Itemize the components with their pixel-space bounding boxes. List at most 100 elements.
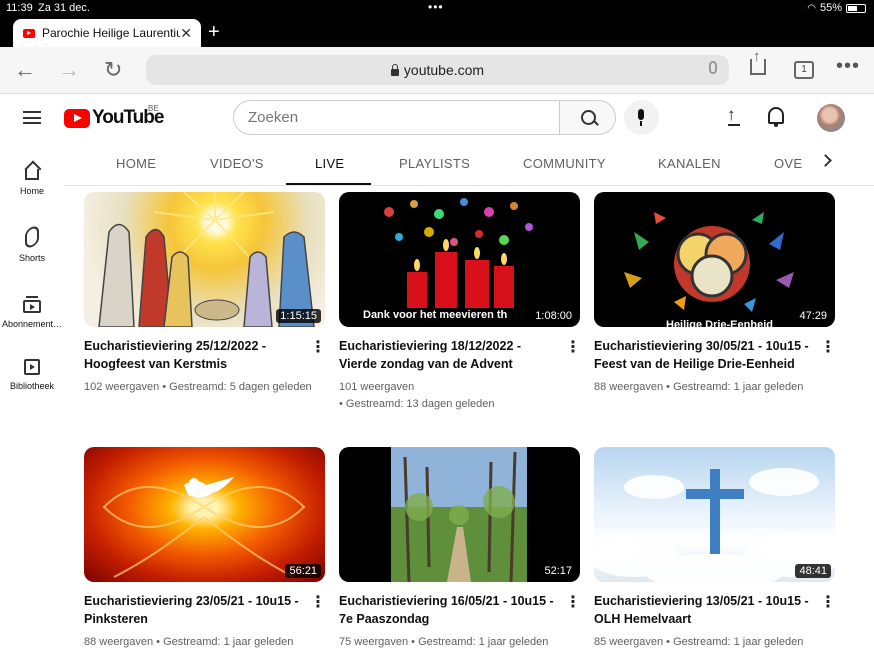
status-time: 11:39 [6,2,33,14]
new-tab-icon[interactable]: + [208,21,220,44]
address-bar[interactable]: youtube.com [146,55,729,85]
battery-icon [846,3,866,13]
subscriptions-icon [23,296,41,313]
battery-percent: 55% [819,2,842,14]
video-menu-icon[interactable] [820,592,836,612]
status-bar: 11:39 Za 31 dec. ••• ◠ 55% [0,0,874,17]
multitasking-dots-icon[interactable]: ••• [428,0,444,14]
browser-toolbar: ← → ↻ youtube.com 1 ••• [0,47,874,94]
tab-playlists[interactable]: PLAYLISTS [399,156,470,171]
video-menu-icon[interactable] [565,592,581,612]
youtube-play-icon [64,108,90,128]
video-thumbnail[interactable]: 48:41 [594,447,835,582]
sidebar-item-label: Abonnement… [1,319,63,329]
thumbnail-overlay-text: Dank voor het meevieren th [363,309,508,321]
video-duration: 1:15:15 [276,309,321,323]
stained-glass-artwork [624,212,794,312]
tabs-overview-button[interactable]: 1 [794,61,814,79]
nativity-artwork [98,192,315,327]
forest-path-artwork [391,447,527,582]
sidebar-item-shorts[interactable]: Shorts [0,224,64,263]
browser-tab[interactable]: Parochie Heilige Laurentius ✕ [13,19,201,47]
notifications-bell-icon[interactable] [768,107,784,127]
voice-search-button[interactable] [624,100,659,135]
browser-tab-title: Parochie Heilige Laurentius [42,26,180,40]
video-duration: 56:21 [285,564,321,578]
address-text: youtube.com [403,62,485,78]
video-duration: 47:29 [795,309,831,323]
tab-community[interactable]: COMMUNITY [523,156,606,171]
advent-candles-artwork [384,198,533,308]
video-meta-line: 75 weergaven • Gestreamd: 1 jaar geleden [339,636,549,648]
more-options-icon[interactable]: ••• [836,55,860,78]
tab-channels[interactable]: KANALEN [658,156,721,171]
video-duration: 1:08:00 [531,309,576,323]
tab-videos[interactable]: VIDEO'S [210,156,264,171]
youtube-logo[interactable]: YouTube BE [64,104,164,129]
sidebar-item-label: Bibliotheek [9,381,55,391]
video-thumbnail[interactable]: 1:15:15 [84,192,325,327]
sidebar-item-library[interactable]: Bibliotheek [0,359,64,391]
video-meta-line: 102 weergaven • Gestreamd: 5 dagen geled… [84,381,312,393]
sidebar-item-subscriptions[interactable]: Abonnement… [0,293,64,329]
video-title[interactable]: Eucharistieviering 30/05/21 - 10u15 - Fe… [594,337,809,373]
video-thumbnail[interactable]: 52:17 [339,447,580,582]
sidebar: Home Shorts Abonnement… Bibliotheek [0,141,64,656]
pentecost-dove-artwork [102,477,306,578]
video-meta: 88 weergaven • Gestreamd: 1 jaar geleden [594,379,824,396]
channel-tabs: HOME VIDEO'S LIVE PLAYLISTS COMMUNITY KA… [64,141,874,186]
video-menu-icon[interactable] [565,337,581,357]
upload-icon[interactable] [727,105,741,126]
country-code: BE [148,104,159,113]
video-thumbnail[interactable]: Dank voor het meevieren th 1:08:00 [339,192,580,327]
cross-in-clouds-artwork [594,468,835,582]
tab-live[interactable]: LIVE [315,156,344,171]
video-meta: 85 weergaven • Gestreamd: 1 jaar geleden [594,634,824,651]
video-title[interactable]: Eucharistieviering 16/05/21 - 10u15 - 7e… [339,592,554,628]
share-icon[interactable] [750,48,766,75]
video-thumbnail[interactable]: 56:21 [84,447,325,582]
sidebar-item-home[interactable]: Home [0,161,64,196]
video-meta-line: 88 weergaven • Gestreamd: 1 jaar geleden [594,381,804,393]
lock-icon [390,63,399,76]
video-title[interactable]: Eucharistieviering 23/05/21 - 10u15 - Pi… [84,592,299,628]
video-meta-line: • Gestreamd: 13 dagen geleden [339,398,495,410]
home-icon [25,169,39,180]
video-meta: 101 weergaven • Gestreamd: 13 dagen gele… [339,379,569,413]
video-title[interactable]: Eucharistieviering 18/12/2022 - Vierde z… [339,337,554,373]
video-menu-icon[interactable] [820,337,836,357]
video-meta-line: 85 weergaven • Gestreamd: 1 jaar geleden [594,636,804,648]
wifi-icon: ◠ [807,2,816,14]
thumbnail-overlay-text: Heilige Drie-Eenheid [666,319,773,327]
chevron-right-icon[interactable] [819,154,832,167]
tab-home[interactable]: HOME [116,156,156,171]
voice-search-mic-icon[interactable] [709,61,717,74]
avatar[interactable] [817,104,845,132]
close-tab-icon[interactable]: ✕ [180,25,192,42]
sidebar-item-label: Shorts [18,253,45,263]
video-thumbnail[interactable]: Heilige Drie-Eenheid 47:29 [594,192,835,327]
video-duration: 52:17 [540,564,576,578]
youtube-header: YouTube BE Zoeken [0,95,874,141]
video-title[interactable]: Eucharistieviering 25/12/2022 - Hoogfees… [84,337,299,373]
youtube-favicon-icon [23,28,35,38]
video-title[interactable]: Eucharistieviering 13/05/21 - 10u15 - OL… [594,592,809,628]
video-meta: 75 weergaven • Gestreamd: 1 jaar geleden [339,634,569,651]
sidebar-item-label: Home [19,186,44,196]
status-right: ◠ 55% [807,2,866,14]
active-tab-indicator [286,183,371,185]
status-date: Za 31 dec. [38,2,90,14]
video-meta: 102 weergaven • Gestreamd: 5 dagen geled… [84,379,314,396]
video-meta: 88 weergaven • Gestreamd: 1 jaar geleden [84,634,314,651]
video-menu-icon[interactable] [310,592,326,612]
reload-icon[interactable]: ↻ [104,57,122,83]
back-arrow-icon[interactable]: ← [14,57,36,83]
search-input[interactable]: Zoeken [233,100,560,135]
video-duration: 48:41 [795,564,831,578]
search-button[interactable] [559,100,616,135]
tab-about[interactable]: OVE [774,156,802,171]
video-menu-icon[interactable] [310,337,326,357]
forward-arrow-icon[interactable]: → [58,57,80,83]
menu-hamburger-icon[interactable] [23,111,41,124]
shorts-icon [25,224,39,250]
